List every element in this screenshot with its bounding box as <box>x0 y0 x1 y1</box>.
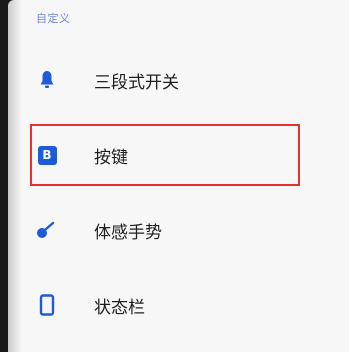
menu-item-gestures[interactable]: 体感手势 <box>8 193 349 267</box>
menu-item-label: 按键 <box>94 147 128 168</box>
b-letter: B <box>37 145 57 165</box>
menu-item-status-bar[interactable]: 状态栏 <box>8 268 349 342</box>
menu-item-label: 状态栏 <box>94 297 145 318</box>
menu-item-label: 三段式开关 <box>94 72 179 93</box>
menu-item-label: 体感手势 <box>94 222 162 243</box>
settings-screen: 自定义 三段式开关 B 按键 体感手势 状态栏 <box>8 0 349 352</box>
menu-item-buttons[interactable]: B 按键 <box>8 118 349 192</box>
status-bar-phone-icon <box>36 294 58 316</box>
buttons-b-icon: B <box>36 144 58 166</box>
gesture-icon <box>36 219 58 241</box>
alert-slider-icon <box>36 69 58 91</box>
menu-item-alert-slider[interactable]: 三段式开关 <box>8 43 349 117</box>
section-header: 自定义 <box>36 12 71 25</box>
